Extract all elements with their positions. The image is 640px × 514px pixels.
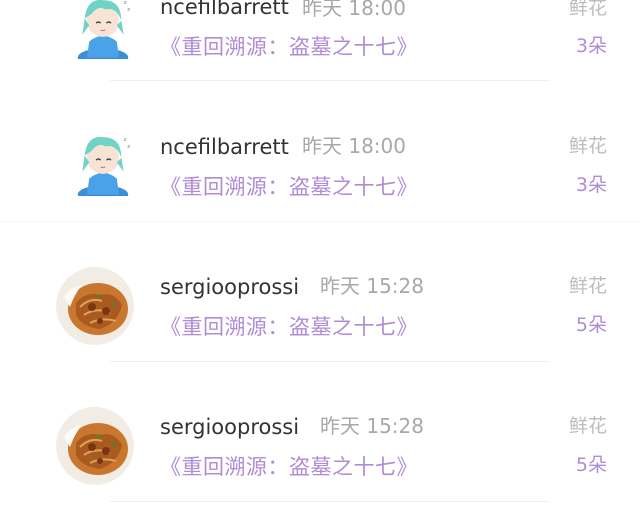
gift-record-list: ᶻ ᶻ ncefilbarrett 昨天 18:00 《重回溯源：盗墓之十七》 … — [0, 0, 640, 514]
list-item[interactable]: ᶻ ᶻ ncefilbarrett 昨天 18:00 《重回溯源：盗墓之十七》 … — [0, 8, 640, 222]
avatar[interactable] — [56, 407, 134, 485]
list-item[interactable]: sergiooprossi 昨天 15:28 《重回溯源：盗墓之十七》 鲜花 5… — [0, 149, 640, 362]
list-item[interactable]: sergiooprossi 昨天 15:28 《重回溯源：盗墓之十七》 鲜花 5… — [0, 289, 640, 502]
gift-type-label: 鲜花 — [568, 415, 607, 437]
timestamp: 昨天 15:28 — [320, 414, 424, 438]
food-plate-avatar-icon — [56, 407, 134, 485]
username[interactable]: sergiooprossi — [160, 417, 299, 438]
book-title-link[interactable]: 《重回溯源：盗墓之十七》 — [160, 457, 418, 478]
gift-count: 5朵 — [575, 454, 607, 476]
list-item[interactable]: ᶻ ᶻ ncefilbarrett 昨天 18:00 《重回溯源：盗墓之十七》 … — [0, 0, 640, 81]
divider — [110, 501, 550, 502]
